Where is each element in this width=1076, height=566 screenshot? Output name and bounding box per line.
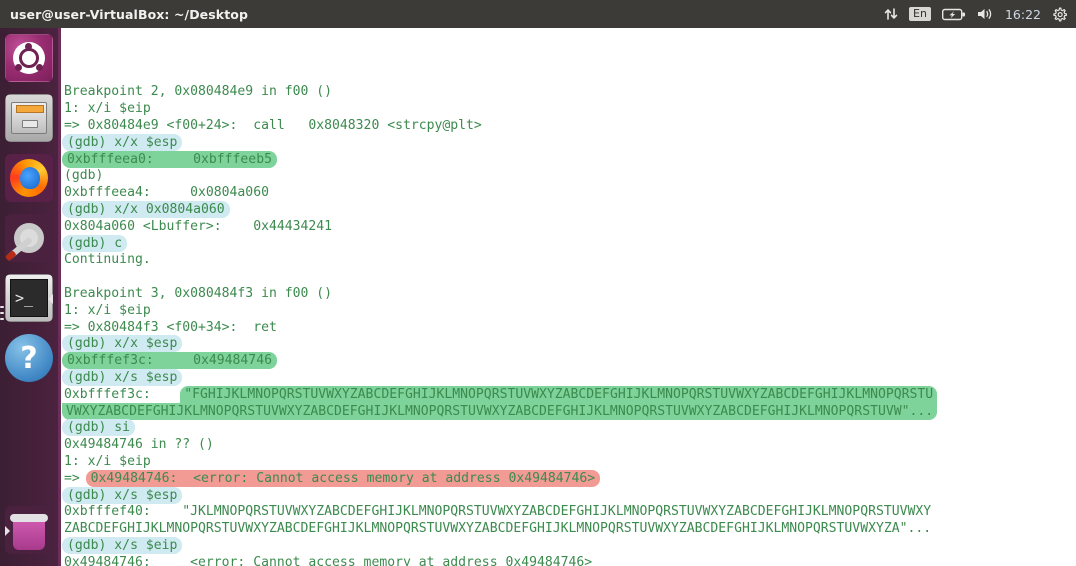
launcher-item-settings[interactable] — [5, 214, 53, 262]
terminal-line: 1: x/i $eip — [64, 303, 1076, 320]
terminal-line: (gdb) c — [62, 234, 1076, 253]
terminal-line: 0xbfffef40: "JKLMNOPQRSTUVWXYZABCDEFGHIJ… — [64, 504, 1076, 521]
terminal-highlight: 0xbfffef3c: 0x49484746 — [62, 352, 277, 370]
launcher-focus-arrow — [48, 294, 53, 304]
terminal-line: (gdb) x/s $eip — [62, 536, 1076, 555]
terminal-text: 0x804a060 <Lbuffer>: 0x44434241 — [64, 218, 333, 234]
desktop-screen: user@user-VirtualBox: ~/Desktop En 16:22… — [0, 0, 1076, 566]
terminal-line: (gdb) — [64, 168, 1076, 185]
terminal-text: 1: x/i $eip — [64, 101, 151, 117]
terminal-highlight: VWXYZABCDEFGHIJKLMNOPQRSTUVWXYZABCDEFGHI… — [62, 402, 938, 420]
terminal-line: (gdb) x/s $esp — [62, 486, 1076, 505]
terminal-line: => 0x80484e9 <f00+24>: call 0x8048320 <s… — [64, 118, 1076, 135]
terminal-line: Breakpoint 3, 0x080484f3 in f00 () — [64, 286, 1076, 303]
terminal-text: 0xbfffeea4: 0x0804a060 — [64, 185, 269, 201]
terminal-output[interactable]: Breakpoint 2, 0x080484e9 in f00 () 1: x/i… — [58, 28, 1076, 566]
unity-launcher: >_ ? — [0, 28, 58, 566]
terminal-line: 0xbfffeea4: 0x0804a060 — [64, 185, 1076, 202]
terminal-highlight: (gdb) x/s $esp — [62, 486, 183, 504]
terminal-highlight: "FGHIJKLMNOPQRSTUVWXYZABCDEFGHIJKLMNOPQR… — [180, 385, 938, 403]
battery-icon[interactable] — [941, 8, 966, 21]
terminal-highlight: (gdb) x/s $esp — [62, 368, 183, 386]
terminal-left-edge — [58, 28, 61, 566]
terminal-text: (gdb) — [64, 168, 104, 184]
terminal-line: (gdb) x/s $esp — [62, 368, 1076, 387]
terminal-line: 0x49484746 in ?? () — [64, 437, 1076, 454]
terminal-line: (gdb) x/x $esp — [62, 335, 1076, 353]
gear-icon[interactable] — [1052, 7, 1067, 22]
terminal-line: Breakpoint 2, 0x080484e9 in f00 () — [64, 84, 1076, 101]
terminal-line: (gdb) x/x $esp — [62, 133, 1076, 152]
terminal-highlight: 0x49484746: <error: Cannot access memory… — [85, 469, 601, 487]
terminal-text: 0x49484746: <error: Cannot access memory… — [64, 554, 593, 566]
terminal-text: 0xbfffef40: "JKLMNOPQRSTUVWXYZABCDEFGHIJ… — [64, 504, 932, 520]
terminal-line: 0xbfffef3c: 0x49484746 — [62, 352, 1076, 370]
file-cabinet-icon — [5, 94, 53, 142]
trash-icon — [5, 506, 53, 554]
terminal-line: => 0x80484f3 <f00+34>: ret — [64, 320, 1076, 337]
launcher-item-help[interactable]: ? — [5, 334, 53, 382]
terminal-text: Breakpoint 2, 0x080484e9 in f00 () — [64, 84, 333, 100]
launcher-item-terminal[interactable]: >_ — [5, 274, 53, 322]
launcher-item-firefox[interactable] — [5, 154, 53, 202]
clock[interactable]: 16:22 — [1005, 7, 1041, 22]
terminal-line: (gdb) x/x 0x0804a060 — [62, 200, 1076, 219]
question-mark-icon: ? — [5, 334, 53, 382]
keyboard-layout-indicator[interactable]: En — [909, 7, 931, 21]
terminal-highlight: (gdb) x/x 0x0804a060 — [62, 200, 230, 218]
terminal-line: 0x804a060 <Lbuffer>: 0x44434241 — [64, 219, 1076, 236]
ubuntu-logo-icon — [5, 34, 53, 82]
terminal-line: (gdb) si — [62, 419, 1076, 437]
terminal-line: VWXYZABCDEFGHIJKLMNOPQRSTUVWXYZABCDEFGHI… — [62, 402, 1076, 421]
network-icon[interactable] — [884, 7, 898, 21]
terminal-highlight: (gdb) c — [62, 234, 128, 252]
terminal-line-container: Breakpoint 2, 0x080484e9 in f00 () 1: x/i… — [62, 84, 1076, 566]
gear-wrench-icon — [5, 214, 53, 262]
terminal-text: => 0x80484f3 <f00+34>: ret — [64, 319, 277, 335]
terminal-line: ZABCDEFGHIJKLMNOPQRSTUVWXYZABCDEFGHIJKLM… — [64, 521, 1076, 538]
terminal-text: => 0x80484e9 <f00+24>: call 0x8048320 <s… — [64, 117, 482, 133]
terminal-highlight: (gdb) x/x $esp — [62, 335, 183, 353]
terminal-text: ZABCDEFGHIJKLMNOPQRSTUVWXYZABCDEFGHIJKLM… — [64, 521, 932, 537]
terminal-text: Breakpoint 3, 0x080484f3 in f00 () — [64, 285, 333, 301]
terminal-line: 0x49484746: <error: Cannot access memory… — [64, 555, 1076, 566]
terminal-icon: >_ — [5, 274, 53, 322]
launcher-item-trash[interactable] — [5, 506, 53, 554]
terminal-text: Continuing. — [64, 252, 151, 268]
terminal-highlight: (gdb) x/s $eip — [62, 536, 183, 554]
terminal-line: => 0x49484746: <error: Cannot access mem… — [64, 469, 1076, 488]
window-title: user@user-VirtualBox: ~/Desktop — [10, 6, 249, 22]
launcher-item-files[interactable] — [5, 94, 53, 142]
firefox-icon — [5, 154, 53, 202]
terminal-highlight: (gdb) si — [62, 419, 136, 437]
terminal-text: => — [64, 470, 88, 486]
terminal-line: 1: x/i $eip — [64, 101, 1076, 118]
top-panel: user@user-VirtualBox: ~/Desktop En 16:22 — [0, 0, 1076, 28]
terminal-line: 1: x/i $eip — [64, 454, 1076, 471]
system-tray: En 16:22 — [884, 7, 1076, 22]
volume-icon[interactable] — [977, 7, 994, 21]
launcher-item-ubuntu-dash[interactable] — [5, 34, 53, 82]
terminal-text: 1: x/i $eip — [64, 453, 151, 469]
terminal-line: 0xbfffeea0: 0xbfffeeb5 — [62, 150, 1076, 169]
terminal-highlight: 0xbfffeea0: 0xbfffeeb5 — [62, 150, 277, 168]
terminal-line: Continuing. — [64, 252, 1076, 269]
terminal-text: 0xbfffef3c: — [64, 386, 183, 402]
terminal-text: 1: x/i $eip — [64, 302, 151, 318]
terminal-highlight: (gdb) x/x $esp — [62, 133, 183, 151]
terminal-line: 0xbfffef3c: "FGHIJKLMNOPQRSTUVWXYZABCDEF… — [64, 385, 1076, 404]
trash-focus-arrow — [5, 526, 10, 536]
terminal-text: 0x49484746 in ?? () — [64, 437, 214, 453]
